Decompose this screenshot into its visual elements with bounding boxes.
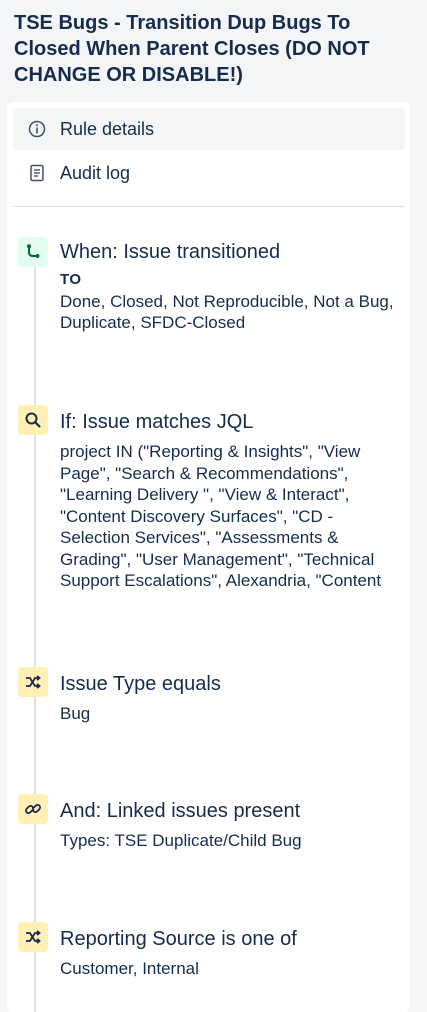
nav-audit-log[interactable]: Audit log (13, 152, 405, 194)
link-icon (18, 794, 48, 824)
search-icon (18, 405, 48, 435)
step-linked-title: And: Linked issues present (60, 800, 301, 822)
step-reporting-title: Reporting Source is one of (60, 928, 297, 950)
nav-audit-log-label: Audit log (60, 163, 131, 183)
shuffle-icon (18, 922, 48, 952)
step-reporting-body: Customer, Internal (60, 959, 199, 978)
info-icon (28, 120, 46, 138)
step-trigger-values: Done, Closed, Not Reproducible, Not a Bu… (60, 291, 394, 333)
step-issue-type-title: Issue Type equals (60, 673, 221, 695)
page-title: TSE Bugs - Transition Dup Bugs To Closed… (14, 12, 370, 86)
rule-panel: Rule details Audit log When: Issue trans… (7, 102, 410, 1012)
step-issue-type-body: Bug (60, 704, 91, 723)
shuffle-icon (18, 667, 48, 697)
step-trigger-body: TO Done, Closed, Not Reproducible, Not a… (60, 269, 400, 334)
nav-rule-details-label: Rule details (60, 119, 155, 139)
step-jql-body: project IN ("Reporting & Insights", "Vie… (60, 442, 382, 590)
document-icon (30, 164, 44, 182)
divider (13, 206, 405, 207)
branch-icon (18, 237, 48, 267)
step-trigger-to-label: TO (60, 271, 82, 288)
step-linked-body: Types: TSE Duplicate/Child Bug (60, 831, 302, 850)
step-jql-title: If: Issue matches JQL (60, 411, 254, 433)
step-trigger-title: When: Issue transitioned (60, 241, 281, 263)
nav-rule-details[interactable]: Rule details (13, 108, 405, 150)
timeline-rail (34, 252, 36, 1012)
